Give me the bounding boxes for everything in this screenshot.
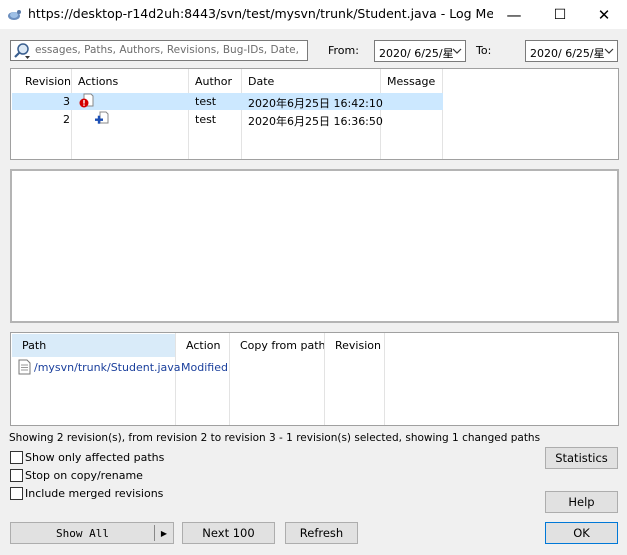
next-100-button[interactable]: Next 100 [182, 522, 275, 544]
close-button[interactable]: ✕ [581, 0, 627, 29]
column-header-actions[interactable]: Actions [73, 69, 118, 93]
log-message-area[interactable] [10, 169, 619, 323]
help-button[interactable]: Help [545, 491, 618, 513]
author-cell: test [195, 95, 217, 108]
maximize-button[interactable]: ☐ [537, 0, 583, 29]
stop-on-copy-checkbox[interactable] [10, 469, 23, 482]
from-date-picker[interactable]: 2020/ 6/25/星 [374, 40, 466, 62]
tortoisesvn-icon [6, 6, 22, 22]
table-row[interactable]: 2 test 2020年6月25日 16:36:50 [12, 111, 443, 128]
date-cell: 2020年6月25日 16:42:10 [248, 97, 383, 110]
title-bar: https://desktop-r14d2uh:8443/svn/test/my… [0, 0, 627, 29]
from-label: From: [328, 44, 359, 57]
include-merged-label: Include merged revisions [25, 487, 164, 500]
status-text: Showing 2 revision(s), from revision 2 t… [9, 432, 541, 444]
show-affected-label: Show only affected paths [25, 451, 165, 464]
search-input[interactable]: essages, Paths, Authors, Revisions, Bug-… [10, 40, 308, 61]
added-file-icon [94, 111, 110, 127]
revision-list[interactable]: Revision Actions Author Date Message 3 t… [10, 68, 619, 160]
column-header-revision[interactable]: Revision [20, 69, 71, 93]
table-row[interactable]: 3 test 2020年6月25日 16:42:10 [12, 93, 443, 110]
column-header-author[interactable]: Author [190, 69, 232, 93]
revision-cell: 3 [63, 95, 70, 108]
table-row[interactable]: /mysvn/trunk/Student.java Modified [12, 358, 384, 376]
minimize-button[interactable]: — [491, 0, 537, 29]
column-header-date[interactable]: Date [243, 69, 274, 93]
stop-on-copy-label: Stop on copy/rename [25, 469, 143, 482]
date-cell: 2020年6月25日 16:36:50 [248, 115, 383, 128]
changed-paths-list[interactable]: Path Action Copy from path Revision /mys… [10, 332, 619, 426]
column-header-message[interactable]: Message [382, 69, 435, 93]
ok-button[interactable]: OK [545, 522, 618, 544]
to-label: To: [476, 44, 492, 57]
modified-file-icon [79, 93, 95, 109]
to-date-picker[interactable]: 2020/ 6/25/星 [525, 40, 618, 62]
from-date-value: 2020/ 6/25/星 [379, 47, 454, 60]
search-icon[interactable] [13, 42, 31, 60]
include-merged-checkbox[interactable] [10, 487, 23, 500]
to-date-value: 2020/ 6/25/星 [530, 47, 605, 60]
file-icon [18, 359, 32, 375]
window-title: https://desktop-r14d2uh:8443/svn/test/my… [28, 6, 493, 21]
show-all-label: Show All [56, 526, 109, 540]
refresh-button[interactable]: Refresh [285, 522, 358, 544]
column-header-path[interactable]: Path [17, 333, 46, 357]
author-cell: test [195, 113, 217, 126]
action-cell: Modified [181, 361, 228, 374]
show-all-button[interactable]: Show All ▶ [10, 522, 174, 544]
column-header-copy-from[interactable]: Copy from path [235, 333, 326, 357]
chevron-down-icon [452, 43, 462, 62]
column-header-action[interactable]: Action [181, 333, 220, 357]
revision-cell: 2 [63, 113, 70, 126]
search-placeholder: essages, Paths, Authors, Revisions, Bug-… [35, 44, 299, 56]
chevron-down-icon [604, 43, 614, 62]
path-cell: /mysvn/trunk/Student.java [34, 361, 181, 374]
show-affected-checkbox[interactable] [10, 451, 23, 464]
statistics-button[interactable]: Statistics [545, 447, 618, 469]
dropdown-arrow-icon[interactable]: ▶ [155, 529, 173, 538]
column-header-revision[interactable]: Revision [330, 333, 381, 357]
